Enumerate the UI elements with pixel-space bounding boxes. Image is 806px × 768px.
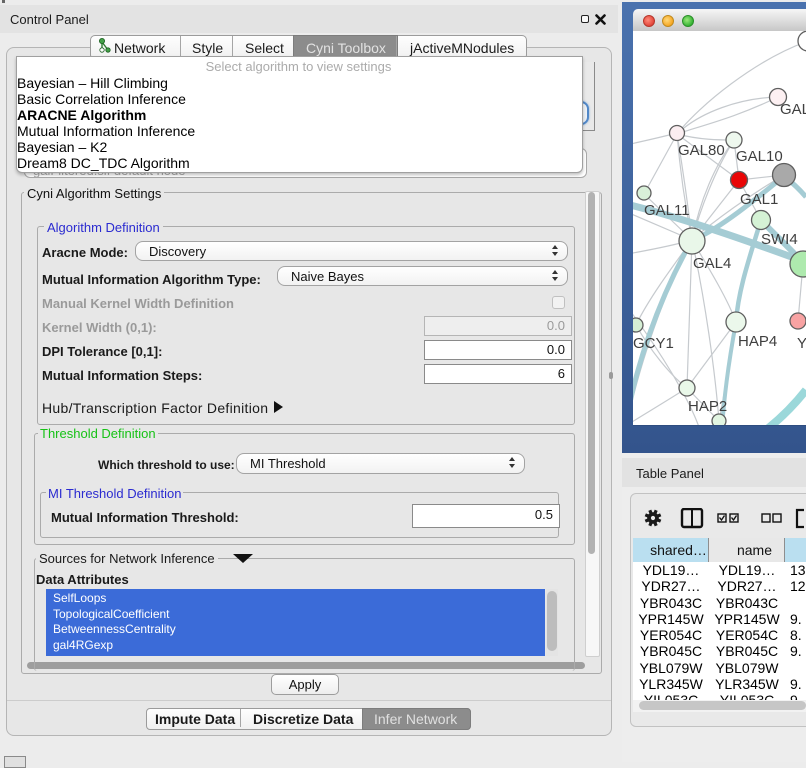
svg-text:GAL1: GAL1	[740, 191, 778, 208]
svg-text:HAP2: HAP2	[688, 398, 727, 415]
svg-text:GAL80: GAL80	[678, 142, 725, 159]
svg-text:GAL: GAL	[780, 101, 806, 118]
svg-text:HAP4: HAP4	[738, 333, 777, 350]
svg-text:GAL10: GAL10	[736, 148, 783, 165]
svg-text:GAL4: GAL4	[693, 255, 731, 272]
svg-text:GAL11: GAL11	[644, 202, 690, 219]
svg-text:Y: Y	[797, 335, 806, 352]
svg-text:GCY1: GCY1	[633, 335, 674, 352]
svg-text:SWI4: SWI4	[761, 231, 798, 248]
